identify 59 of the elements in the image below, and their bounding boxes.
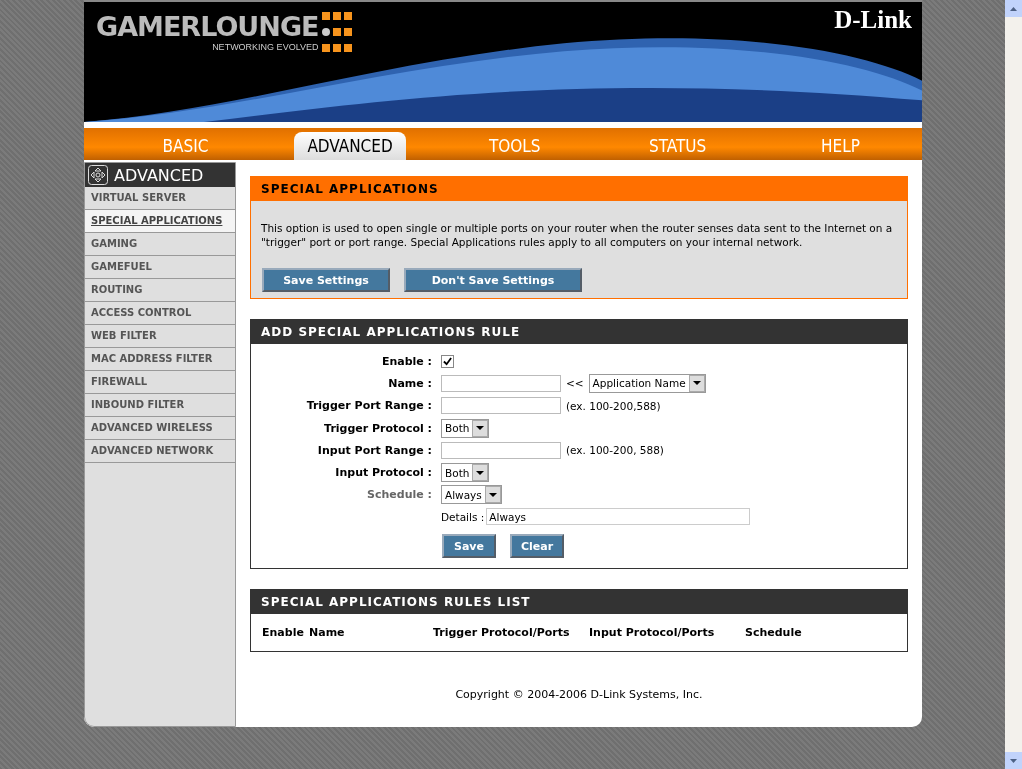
column-header: Enable xyxy=(262,626,305,640)
column-header: Input Protocol/Ports xyxy=(589,626,716,640)
settings-button[interactable]: Save Settings xyxy=(262,268,390,292)
sidebar-title: ADVANCED xyxy=(114,165,204,185)
field-label: Trigger Protocol : xyxy=(323,421,432,435)
field-label: Enable : xyxy=(380,354,432,368)
field-label: Trigger Port Range : xyxy=(305,399,432,413)
sidebar-link[interactable]: SPECIAL APPLICATIONS xyxy=(85,210,235,233)
column-header: Schedule xyxy=(745,626,803,640)
copyright-text: Copyright © 2004-2006 D-Link Systems, Inc. xyxy=(454,688,704,702)
sidebar-link[interactable]: INBOUND FILTER xyxy=(85,394,235,417)
text-input[interactable] xyxy=(441,397,561,415)
section-title: SPECIAL APPLICATIONS xyxy=(251,177,907,201)
logo-tagline: NETWORKING EVOLVED xyxy=(211,42,319,52)
scrollbar[interactable] xyxy=(1005,0,1022,769)
settings-button[interactable]: Don't Save Settings xyxy=(404,268,582,292)
sidebar-link[interactable]: ADVANCED NETWORK xyxy=(85,440,235,463)
sidebar-link[interactable]: ACCESS CONTROL xyxy=(85,302,235,325)
field-label: Schedule : xyxy=(366,488,432,502)
field-hint: (ex. 100-200,588) xyxy=(566,399,661,412)
move-arrows-icon xyxy=(88,165,108,185)
up-arrow-icon xyxy=(1010,6,1017,11)
caret-icon xyxy=(692,381,701,386)
sidebar-link[interactable]: ROUTING xyxy=(85,279,235,302)
field-hint: << xyxy=(566,377,584,390)
caret-icon xyxy=(476,470,485,475)
field-label: Input Port Range : xyxy=(316,443,432,457)
down-arrow-icon xyxy=(1010,758,1017,763)
text-input[interactable] xyxy=(441,441,561,459)
enable-checkbox[interactable] xyxy=(441,354,454,368)
section-title: ADD SPECIAL APPLICATIONS RULE xyxy=(251,320,907,344)
caret-icon xyxy=(476,426,485,431)
text-input[interactable] xyxy=(441,374,561,392)
details-label: Details : xyxy=(441,510,485,523)
details-field[interactable]: Always xyxy=(486,508,751,526)
field-label: Name : xyxy=(387,376,432,390)
dropdown[interactable]: Application Name xyxy=(588,373,706,393)
sidebar-link[interactable]: MAC ADDRESS FILTER xyxy=(85,348,235,371)
dropdown[interactable]: Always xyxy=(441,485,502,505)
field-hint: (ex. 100-200, 588) xyxy=(566,444,664,457)
sidebar-link[interactable]: GAMEFUEL xyxy=(85,256,235,279)
column-header: Name xyxy=(309,626,346,640)
dropdown[interactable]: Both xyxy=(441,418,490,438)
section-title: SPECIAL APPLICATIONS RULES LIST xyxy=(251,590,907,615)
intro-paragraph: This option is used to open single or multiple ports on your router when the router senses data sent to the Internet on a "trigger" port or port range. Special Applications rules apply to all computers on your internal network. xyxy=(261,221,894,249)
rule-button[interactable]: Save xyxy=(442,534,496,559)
sidebar-link[interactable]: WEB FILTER xyxy=(85,325,235,348)
caret-icon xyxy=(488,492,497,497)
field-label: Input Protocol : xyxy=(334,466,432,480)
logo-mark-icon xyxy=(322,12,353,52)
nav-tab[interactable]: ADVANCED xyxy=(293,132,407,160)
sidebar-link[interactable]: GAMING xyxy=(85,233,235,256)
column-header: Trigger Protocol/Ports xyxy=(433,626,571,640)
sidebar-link[interactable]: FIREWALL xyxy=(85,371,235,394)
sidebar-link[interactable]: ADVANCED WIRELESS xyxy=(85,417,235,440)
brand-logo: D-Link xyxy=(834,6,912,34)
rule-button[interactable]: Clear xyxy=(510,534,564,559)
dropdown[interactable]: Both xyxy=(441,463,490,483)
logo-text: GAMERLOUNGE xyxy=(96,12,319,42)
